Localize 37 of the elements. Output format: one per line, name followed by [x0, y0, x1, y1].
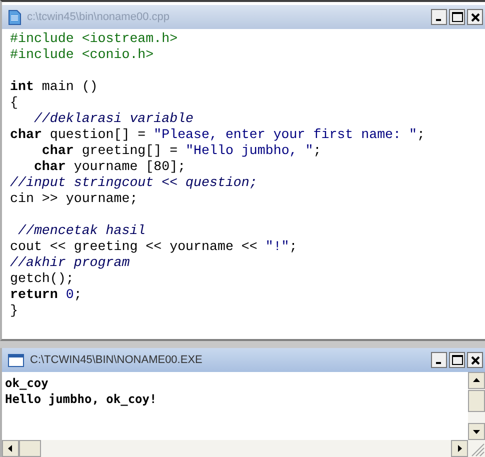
- scroll-right-icon: [451, 440, 468, 457]
- code-line: cin >> yourname;: [10, 191, 139, 207]
- code-line: char question[] = "Please, enter your first name: ";: [10, 127, 426, 143]
- scroll-left-icon: [2, 440, 19, 457]
- maximize-icon: [452, 12, 462, 22]
- code-line: //deklarasi variable: [32, 111, 195, 127]
- window-title: C:\TCWIN45\BIN\NONAME00.EXE: [30, 354, 204, 366]
- code-line: {: [10, 95, 19, 111]
- window-icon: [8, 354, 24, 366]
- scroll-thumb[interactable]: [19, 440, 41, 457]
- code-line: #include <conio.h>: [10, 47, 155, 63]
- close-icon: [470, 12, 480, 22]
- code-line: //input stringcout << question;: [10, 175, 258, 191]
- scroll-up-icon: [468, 372, 485, 389]
- scroll-down-icon: [468, 423, 485, 440]
- output-line: ok_coy: [5, 375, 50, 391]
- horizontal-scrollbar[interactable]: [2, 440, 485, 457]
- code-line: cout << greeting << yourname << "!";: [10, 239, 298, 255]
- code-line: //mencetak hasil: [16, 223, 147, 239]
- maximize-icon: [452, 355, 462, 365]
- code-line: return 0;: [10, 287, 83, 303]
- scroll-thumb[interactable]: [468, 390, 485, 412]
- close-icon: [470, 356, 480, 364]
- document-icon: [8, 10, 21, 24]
- vertical-scrollbar[interactable]: [468, 372, 485, 440]
- code-line: #include <iostream.h>: [10, 31, 179, 47]
- code-line: getch();: [10, 271, 75, 287]
- code-line: char greeting[] = "Hello jumbho, ";: [40, 143, 322, 159]
- maximize-button[interactable]: [449, 352, 465, 368]
- close-button[interactable]: [467, 352, 483, 368]
- window-title: c:\tcwin45\bin\noname00.cpp: [27, 11, 170, 23]
- code-line: //akhir program: [10, 255, 131, 271]
- code-line: char yourname [80];: [32, 159, 187, 175]
- output-line: Hello jumbho, ok_coy!: [5, 391, 158, 407]
- code-line: int main (): [10, 79, 99, 95]
- minimize-button[interactable]: [431, 352, 447, 368]
- code-line: }: [10, 303, 19, 319]
